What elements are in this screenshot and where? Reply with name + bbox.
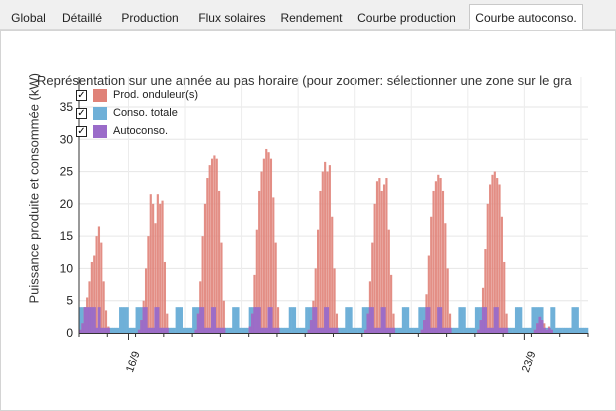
legend-swatch-autoconso [93,125,107,138]
tab-detaille[interactable]: Détaillé [55,6,109,29]
chart-title: Représentation sur une année au pas hora… [37,73,572,88]
legend-swatch-production [93,89,107,102]
legend-label-autoconso: Autoconso. [113,125,169,137]
legend-item-autoconso[interactable]: ✓ Autoconso. [76,125,256,139]
tab-courbe-autoconso[interactable]: Courbe autoconso. [469,4,583,30]
tab-courbe-production[interactable]: Courbe production [350,6,463,29]
tab-production[interactable]: Production [111,6,189,29]
legend-item-production[interactable]: ✓ Prod. onduleur(s) [76,89,256,103]
y-axis-label: Puissance produite et consommée (kW) [26,73,42,304]
checkbox-consumption[interactable]: ✓ [76,108,87,119]
tab-bar: Global Détaillé Production Flux solaires… [0,0,616,30]
checkbox-autoconso[interactable]: ✓ [76,126,87,137]
checkbox-production[interactable]: ✓ [76,90,87,101]
legend-label-production: Prod. onduleur(s) [113,89,198,101]
legend-label-consumption: Conso. totale [113,107,178,119]
legend-swatch-consumption [93,107,107,120]
tab-rendement[interactable]: Rendement [275,6,348,29]
legend-item-consumption[interactable]: ✓ Conso. totale [76,107,256,121]
tab-global[interactable]: Global [4,6,53,29]
tab-flux-solaires[interactable]: Flux solaires [191,6,273,29]
